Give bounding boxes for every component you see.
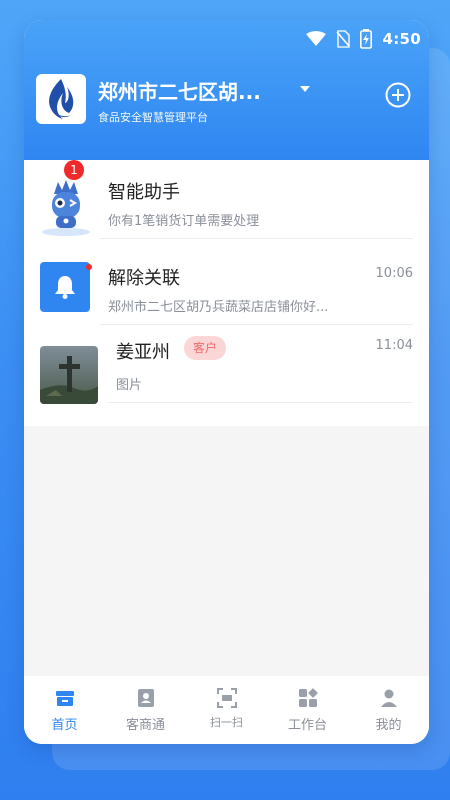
scan-icon bbox=[216, 688, 237, 708]
status-bar: 4:50 bbox=[306, 28, 421, 50]
conversation-preview: 你有1笔销货订单需要处理 bbox=[108, 214, 260, 229]
assistant-mascot-icon bbox=[42, 180, 90, 236]
divider bbox=[100, 238, 413, 239]
bell-tile bbox=[40, 262, 90, 312]
platform-subtitle: 食品安全智慧管理平台 bbox=[98, 111, 208, 124]
conversation-list: 1 智能助手 你有1笔销货订单需要处理 解除关联 10:06 郑州市二七区胡乃兵… bbox=[24, 160, 429, 426]
conversation-preview: 郑州市二七区胡乃兵蔬菜店店铺你好... bbox=[108, 300, 329, 315]
store-name[interactable]: 郑州市二七区胡... bbox=[98, 76, 261, 105]
customer-tag: 客户 bbox=[184, 336, 227, 360]
bell-icon bbox=[55, 276, 75, 299]
tab-label: 我的 bbox=[375, 718, 402, 733]
unread-badge: 1 bbox=[64, 160, 84, 180]
app-screen: 4:50 郑州市二七区胡... 食品安全智慧管理平台 1 智能助手 你有1笔销货… bbox=[24, 20, 429, 744]
home-store-icon bbox=[55, 691, 74, 706]
divider bbox=[100, 324, 413, 325]
unread-dot bbox=[86, 264, 92, 270]
bottom-tab-bar: 首页 客商通 扫一扫 工作台 我的 bbox=[24, 676, 429, 744]
tab-label: 扫一扫 bbox=[210, 716, 243, 729]
no-sim-icon bbox=[336, 30, 351, 48]
tab-label: 客商通 bbox=[125, 718, 165, 733]
divider bbox=[108, 402, 413, 403]
list-item-assistant[interactable]: 1 智能助手 你有1笔销货订单需要处理 bbox=[24, 160, 429, 240]
list-item-unlink[interactable]: 解除关联 10:06 郑州市二七区胡乃兵蔬菜店店铺你好... bbox=[24, 240, 429, 326]
status-time: 4:50 bbox=[382, 30, 421, 48]
wifi-icon bbox=[306, 31, 327, 46]
app-logo bbox=[36, 74, 86, 124]
header: 4:50 郑州市二七区胡... 食品安全智慧管理平台 bbox=[24, 20, 429, 160]
workbench-icon bbox=[298, 688, 318, 707]
tab-label: 工作台 bbox=[287, 718, 327, 733]
contacts-icon bbox=[137, 689, 154, 707]
plus-circle-icon[interactable] bbox=[385, 82, 411, 108]
conversation-title: 姜亚州 bbox=[116, 342, 170, 363]
avatar-photo bbox=[40, 346, 98, 404]
caret-down-icon[interactable] bbox=[300, 86, 310, 92]
tab-contacts[interactable]: 客商通 bbox=[105, 676, 186, 744]
profile-icon bbox=[380, 689, 397, 707]
tab-home[interactable]: 首页 bbox=[24, 676, 105, 744]
tab-profile[interactable]: 我的 bbox=[348, 676, 429, 744]
conversation-title: 解除关联 bbox=[108, 268, 180, 289]
title-block[interactable]: 郑州市二七区胡... 食品安全智慧管理平台 bbox=[98, 76, 261, 125]
flame-logo-icon bbox=[49, 79, 74, 119]
tab-workbench[interactable]: 工作台 bbox=[267, 676, 348, 744]
conversation-title: 智能助手 bbox=[108, 182, 180, 203]
conversation-preview: 图片 bbox=[116, 378, 143, 393]
conversation-time: 11:04 bbox=[375, 338, 413, 353]
tab-scan[interactable]: 扫一扫 bbox=[186, 676, 267, 744]
battery-charging-icon bbox=[360, 29, 373, 49]
list-item-contact[interactable]: 姜亚州 客户 11:04 图片 bbox=[24, 326, 429, 426]
tab-label: 首页 bbox=[51, 718, 78, 733]
conversation-time: 10:06 bbox=[375, 266, 413, 281]
